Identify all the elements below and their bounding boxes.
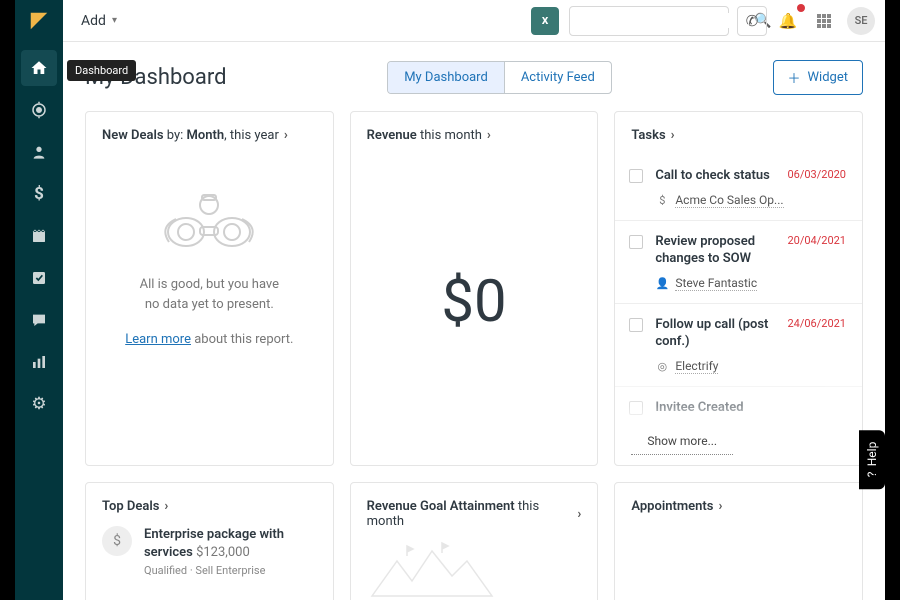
card-header-new-deals[interactable]: New Deals by: Month, this year › [102,128,317,143]
card-appointments: Appointments › [614,482,863,600]
deal-meta: Qualified · Sell Enterprise [144,564,317,577]
notification-dot [797,4,805,12]
sidebar-settings[interactable]: ⚙ [21,386,57,422]
learn-more-link[interactable]: Learn more [125,332,191,347]
sidebar-reports[interactable] [21,344,57,380]
task-checkbox[interactable] [629,169,643,183]
x-icon: x [542,13,549,28]
call-icon[interactable]: ✆ [737,6,767,36]
chevron-right-icon: › [718,499,722,514]
task-checkbox[interactable] [629,235,643,249]
person-icon: 👤 [655,276,669,290]
task-item[interactable]: Invitee Created [615,386,862,429]
task-item[interactable]: Call to check status 06/03/2020 $Acme Co… [615,155,862,220]
card-revenue-goal: Revenue Goal Attainment this month › [350,482,599,600]
mountain-illustration [367,541,497,600]
chevron-right-icon: › [671,128,675,143]
task-date: 06/03/2020 [787,168,846,181]
sidebar-home[interactable]: Dashboard [21,50,57,86]
brand-logo [15,0,63,42]
topbar: Add ▾ x 🔍 ✆ 🔔 SE [15,0,885,42]
help-icon: ? [865,472,879,478]
sidebar-calendar[interactable] [21,218,57,254]
task-date: 20/04/2021 [787,234,846,247]
close-tab-button[interactable]: x [531,7,559,35]
sidebar-tasks[interactable] [21,260,57,296]
card-header-tasks[interactable]: Tasks › [615,128,862,143]
apps-icon[interactable] [809,6,839,36]
sidebar-contacts[interactable] [21,134,57,170]
new-deals-label: New Deals [102,128,164,143]
avatar[interactable]: SE [847,7,875,35]
header-tabs: My Dashboard Activity Feed [387,61,612,94]
card-revenue: Revenue this month › $0 [350,111,599,466]
help-label: Help [865,442,879,467]
task-checkbox[interactable] [629,318,643,332]
revenue-value: $0 [367,155,582,449]
add-label: Add [81,13,106,29]
main-content: My Dashboard My Dashboard Activity Feed … [63,42,885,600]
task-title: Invitee Created [655,399,846,417]
chevron-right-icon: › [577,507,581,522]
search-input[interactable] [578,13,754,28]
help-button[interactable]: ? Help [859,430,885,489]
sidebar-deals[interactable]: $ [21,176,57,212]
task-date: 24/06/2021 [787,317,846,330]
task-item[interactable]: Review proposed changes to SOW 20/04/202… [615,220,862,303]
chevron-right-icon: › [487,128,491,143]
card-header-revenue-goal[interactable]: Revenue Goal Attainment this month › [367,499,582,529]
task-item[interactable]: Follow up call (post conf.) 24/06/2021 ◎… [615,303,862,386]
add-widget-button[interactable]: ＋ Widget [773,60,864,95]
card-tasks: Tasks › Call to check status 06/03/2020 … [614,111,863,466]
card-top-deals: Top Deals › $ Enterprise package with se… [85,482,334,600]
card-header-top-deals[interactable]: Top Deals › [102,499,317,514]
card-header-revenue[interactable]: Revenue this month › [367,128,582,143]
task-related[interactable]: Electrify [675,359,718,374]
widget-label: Widget [808,70,848,85]
search-box[interactable]: 🔍 [569,6,729,36]
chevron-right-icon: › [164,499,168,514]
task-checkbox[interactable] [629,401,643,415]
sidebar-leads[interactable] [21,92,57,128]
task-related[interactable]: Steve Fantastic [675,276,757,291]
chevron-down-icon: ▾ [112,15,117,26]
deal-row[interactable]: $ Enterprise package with services $123,… [102,526,317,577]
card-new-deals: New Deals by: Month, this year › [85,111,334,466]
empty-state-text: All is good, but you have no data yet to… [102,275,317,314]
binoculars-illustration [154,187,264,259]
tab-my-dashboard[interactable]: My Dashboard [388,62,504,93]
task-related[interactable]: Acme Co Sales Op... [675,193,783,208]
sidebar-comms[interactable] [21,302,57,338]
dollar-icon: $ [655,193,669,207]
card-header-appointments[interactable]: Appointments › [631,499,846,514]
tab-activity-feed[interactable]: Activity Feed [504,62,611,93]
bell-icon[interactable]: 🔔 [773,6,803,36]
show-more-link[interactable]: Show more... [631,428,733,455]
sidebar-tooltip: Dashboard [67,60,136,81]
target-icon: ◎ [655,359,669,373]
dollar-icon: $ [102,526,132,556]
add-menu[interactable]: Add ▾ [81,13,117,29]
sidebar: Dashboard $ ⚙ [15,42,63,600]
chevron-right-icon: › [284,128,288,143]
plus-icon: ＋ [788,68,801,87]
deal-amount: $123,000 [196,545,250,560]
